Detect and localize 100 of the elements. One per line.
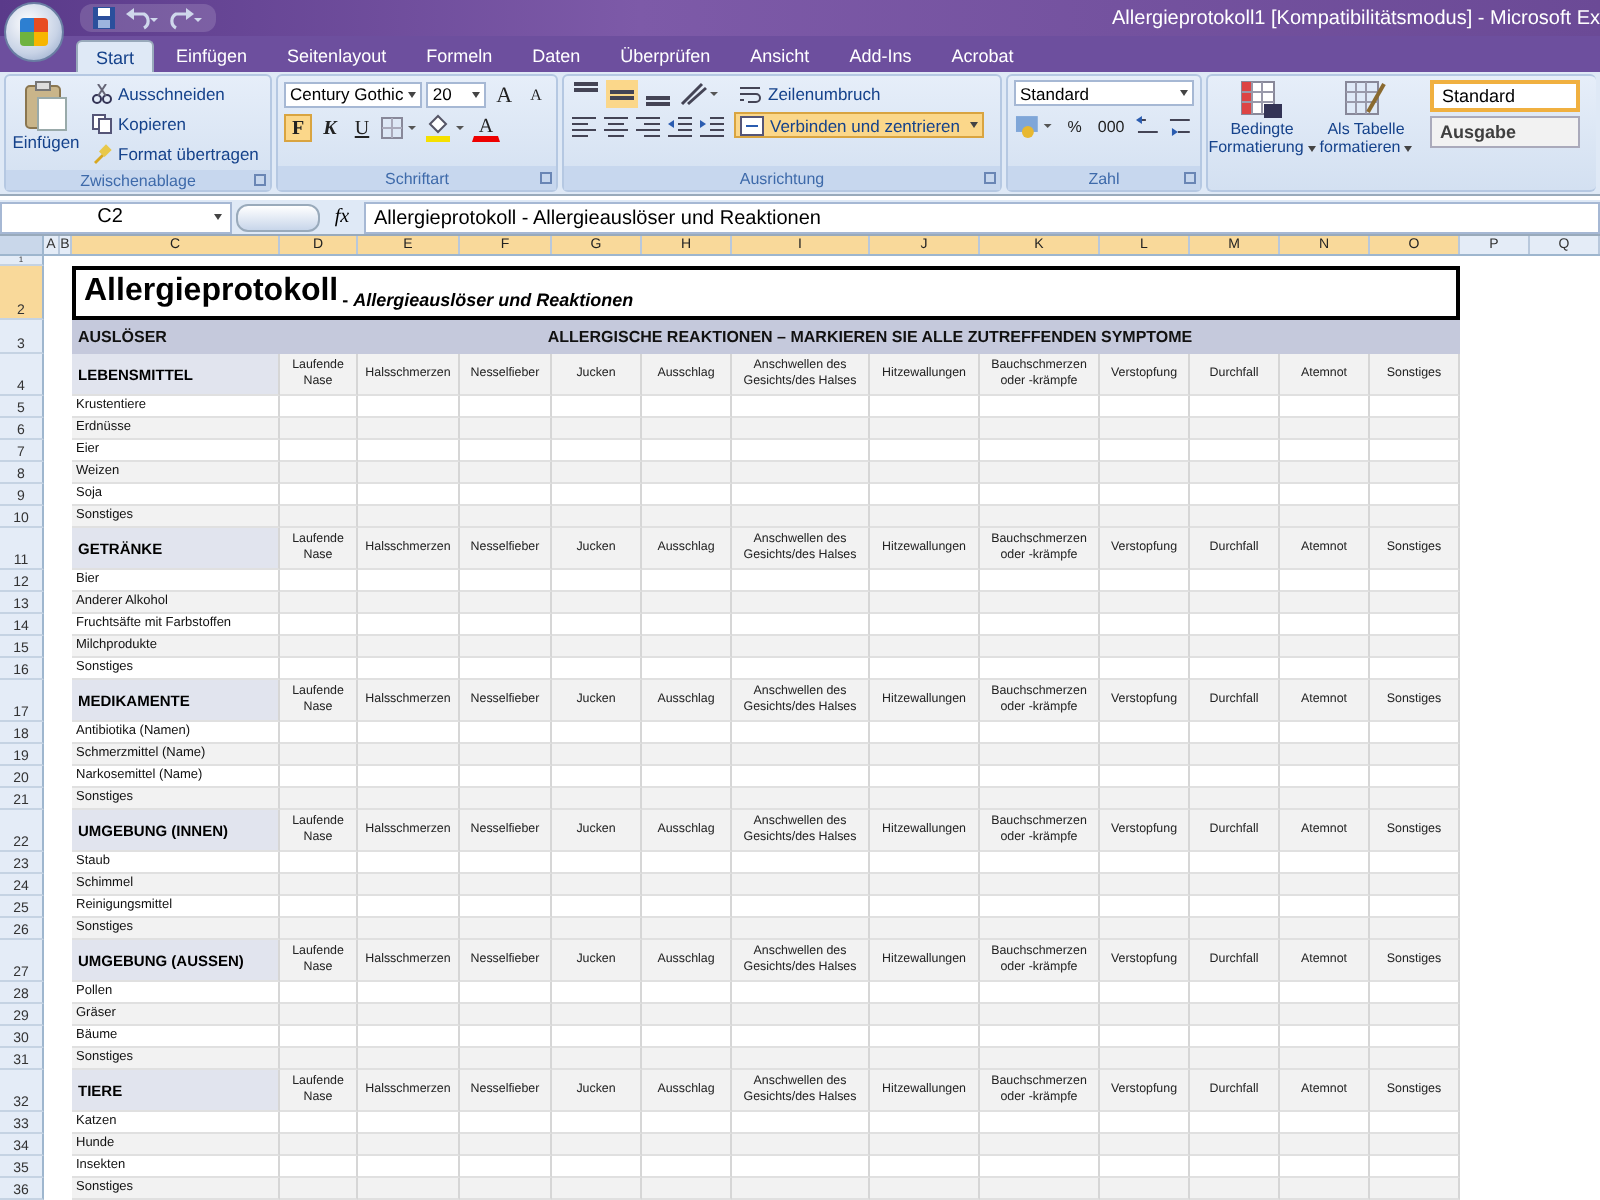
thousands-button[interactable]: 000 [1091, 112, 1131, 140]
table-cell[interactable] [280, 874, 358, 896]
bold-button[interactable]: F [284, 114, 312, 142]
copy-button[interactable]: Kopieren [88, 110, 263, 136]
table-cell[interactable] [280, 1134, 358, 1156]
table-cell[interactable] [460, 418, 552, 440]
office-button[interactable] [4, 2, 64, 62]
table-cell[interactable] [280, 418, 358, 440]
table-cell[interactable] [642, 918, 732, 940]
table-cell[interactable] [1190, 874, 1280, 896]
ribbon-tab[interactable]: Start [76, 40, 155, 72]
table-cell[interactable] [1100, 592, 1190, 614]
dialog-launcher-icon[interactable] [984, 172, 996, 184]
table-cell[interactable] [642, 788, 732, 810]
table-cell[interactable] [642, 418, 732, 440]
table-cell[interactable] [1100, 418, 1190, 440]
table-cell[interactable] [870, 918, 980, 940]
align-left-icon[interactable] [570, 114, 598, 138]
table-cell[interactable] [1370, 462, 1460, 484]
format-as-table-button[interactable]: Als Tabelle formatieren [1318, 80, 1414, 186]
format-painter-button[interactable]: Format übertragen [88, 140, 263, 166]
table-cell[interactable] [280, 918, 358, 940]
table-cell[interactable] [1190, 1134, 1280, 1156]
ribbon-tab[interactable]: Ansicht [732, 40, 828, 72]
table-cell[interactable] [980, 788, 1100, 810]
table-cell[interactable] [1280, 636, 1370, 658]
merge-center-button[interactable]: Verbinden und zentrieren [734, 112, 984, 138]
table-cell[interactable] [552, 874, 642, 896]
table-cell[interactable] [358, 636, 460, 658]
cell-style[interactable]: Standard [1430, 80, 1580, 112]
table-cell[interactable] [1100, 918, 1190, 940]
table-cell[interactable] [732, 788, 870, 810]
table-cell[interactable] [980, 418, 1100, 440]
table-cell[interactable] [552, 1004, 642, 1026]
underline-button[interactable]: U [348, 114, 376, 142]
table-cell[interactable] [1280, 874, 1370, 896]
table-cell[interactable] [980, 874, 1100, 896]
table-cell[interactable] [552, 592, 642, 614]
table-cell[interactable] [642, 1004, 732, 1026]
table-cell[interactable] [870, 592, 980, 614]
table-cell[interactable] [870, 636, 980, 658]
table-cell[interactable] [1190, 592, 1280, 614]
dialog-launcher-icon[interactable] [254, 174, 266, 186]
table-cell[interactable] [460, 1134, 552, 1156]
table-cell[interactable] [552, 506, 642, 528]
decimal-increase-icon[interactable] [1134, 114, 1163, 138]
paste-button[interactable]: Einfügen [12, 80, 80, 166]
table-cell[interactable] [1280, 1048, 1370, 1070]
table-cell[interactable] [1370, 506, 1460, 528]
table-cell[interactable] [358, 744, 460, 766]
table-cell[interactable] [980, 506, 1100, 528]
title-cell[interactable]: Allergieprotokoll- Allergieauslöser und Reaktionen [72, 266, 1460, 320]
font-size-field[interactable]: 20 [426, 81, 487, 107]
table-cell[interactable] [280, 1004, 358, 1026]
table-cell[interactable] [980, 592, 1100, 614]
table-cell[interactable] [980, 462, 1100, 484]
table-cell[interactable] [870, 418, 980, 440]
font-color-button[interactable]: A [472, 114, 500, 142]
align-right-icon[interactable] [634, 114, 662, 138]
table-cell[interactable] [1370, 636, 1460, 658]
table-cell[interactable] [1100, 1134, 1190, 1156]
table-cell[interactable] [1370, 874, 1460, 896]
table-cell[interactable] [980, 1178, 1100, 1200]
table-cell[interactable] [642, 1178, 732, 1200]
table-cell[interactable] [1100, 636, 1190, 658]
table-cell[interactable] [460, 1178, 552, 1200]
table-cell[interactable] [280, 506, 358, 528]
table-cell[interactable] [1280, 1004, 1370, 1026]
table-cell[interactable] [732, 1178, 870, 1200]
table-cell[interactable] [980, 918, 1100, 940]
fill-color-icon[interactable] [424, 114, 468, 142]
grow-font-button[interactable]: A [490, 80, 519, 108]
table-cell[interactable] [1370, 918, 1460, 940]
table-cell[interactable] [280, 1048, 358, 1070]
font-name-field[interactable]: Century Gothic [284, 81, 423, 107]
table-cell[interactable] [1280, 1134, 1370, 1156]
table-cell[interactable] [1280, 788, 1370, 810]
table-cell[interactable] [642, 1134, 732, 1156]
table-cell[interactable] [642, 462, 732, 484]
table-cell[interactable] [642, 636, 732, 658]
table-cell[interactable] [642, 592, 732, 614]
table-cell[interactable] [1190, 1178, 1280, 1200]
table-cell[interactable] [1100, 462, 1190, 484]
table-cell[interactable] [732, 506, 870, 528]
table-cell[interactable] [1280, 744, 1370, 766]
table-cell[interactable] [732, 1004, 870, 1026]
table-cell[interactable] [1280, 506, 1370, 528]
table-cell[interactable] [460, 462, 552, 484]
table-cell[interactable] [358, 874, 460, 896]
table-cell[interactable] [870, 788, 980, 810]
table-cell[interactable] [870, 1048, 980, 1070]
conditional-formatting-button[interactable]: Bedingte Formatierung [1214, 80, 1310, 186]
table-cell[interactable] [1280, 462, 1370, 484]
ribbon-tab[interactable]: Formeln [408, 40, 511, 72]
dialog-launcher-icon[interactable] [540, 172, 552, 184]
table-cell[interactable] [1190, 636, 1280, 658]
ribbon-tab[interactable]: Einfügen [158, 40, 266, 72]
table-cell[interactable] [280, 592, 358, 614]
table-cell[interactable] [552, 418, 642, 440]
table-cell[interactable] [552, 462, 642, 484]
